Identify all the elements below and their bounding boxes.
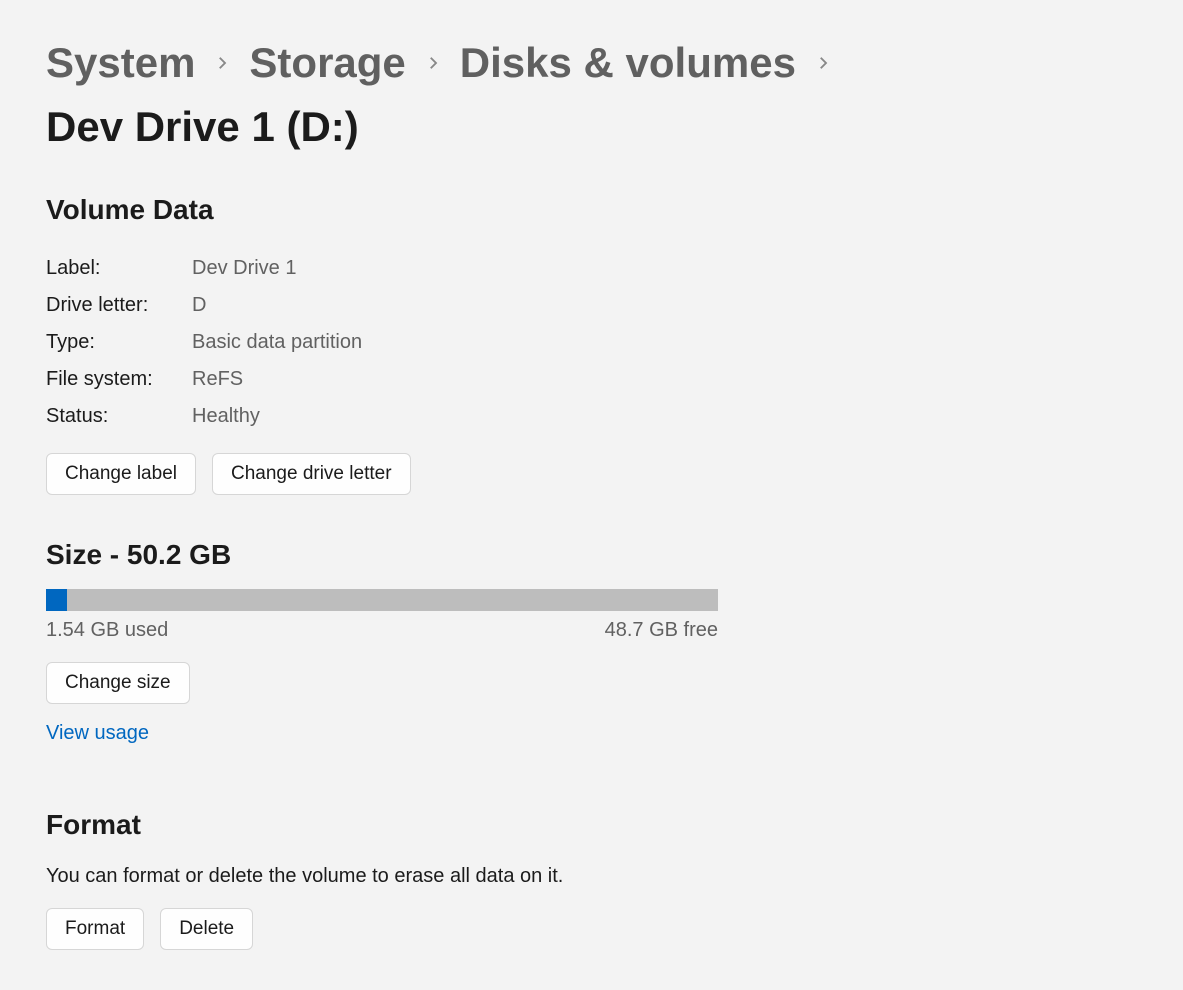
row-label: Label: Dev Drive 1 xyxy=(46,250,1137,287)
breadcrumb-disks-volumes[interactable]: Disks & volumes xyxy=(460,40,796,86)
row-status: Status: Healthy xyxy=(46,398,1137,435)
change-drive-letter-button[interactable]: Change drive letter xyxy=(212,453,411,495)
row-status-val: Healthy xyxy=(192,398,260,435)
breadcrumb-storage[interactable]: Storage xyxy=(249,40,405,86)
volume-data-rows: Label: Dev Drive 1 Drive letter: D Type:… xyxy=(46,250,1137,435)
volume-data-heading: Volume Data xyxy=(46,194,1137,226)
breadcrumb-current: Dev Drive 1 (D:) xyxy=(46,104,359,150)
delete-button[interactable]: Delete xyxy=(160,908,253,950)
row-drive-letter: Drive letter: D xyxy=(46,287,1137,324)
storage-progress-bar xyxy=(46,589,718,611)
row-type-val: Basic data partition xyxy=(192,324,362,361)
format-desc: You can format or delete the volume to e… xyxy=(46,865,1137,888)
row-type-key: Type: xyxy=(46,324,192,361)
row-file-system-key: File system: xyxy=(46,361,192,398)
size-buttons: Change size xyxy=(46,662,718,704)
format-section: Format You can format or delete the volu… xyxy=(46,809,1137,950)
chevron-right-icon xyxy=(213,54,231,72)
chevron-right-icon xyxy=(424,54,442,72)
used-text: 1.54 GB used xyxy=(46,619,168,642)
storage-progress-fill xyxy=(46,589,67,611)
volume-data-buttons: Change label Change drive letter xyxy=(46,453,1137,495)
breadcrumb: System Storage Disks & volumes Dev Drive… xyxy=(46,40,1137,150)
row-status-key: Status: xyxy=(46,398,192,435)
row-type: Type: Basic data partition xyxy=(46,324,1137,361)
change-size-button[interactable]: Change size xyxy=(46,662,190,704)
breadcrumb-system[interactable]: System xyxy=(46,40,195,86)
free-text: 48.7 GB free xyxy=(605,619,718,642)
chevron-right-icon xyxy=(814,54,832,72)
change-label-button[interactable]: Change label xyxy=(46,453,196,495)
usage-line: 1.54 GB used 48.7 GB free xyxy=(46,619,718,642)
format-button[interactable]: Format xyxy=(46,908,144,950)
format-heading: Format xyxy=(46,809,1137,841)
volume-data-section: Volume Data Label: Dev Drive 1 Drive let… xyxy=(46,194,1137,495)
row-file-system-val: ReFS xyxy=(192,361,243,398)
row-file-system: File system: ReFS xyxy=(46,361,1137,398)
row-drive-letter-val: D xyxy=(192,287,206,324)
format-buttons: Format Delete xyxy=(46,908,1137,950)
view-usage-link[interactable]: View usage xyxy=(46,722,149,745)
row-drive-letter-key: Drive letter: xyxy=(46,287,192,324)
size-section: Size - 50.2 GB 1.54 GB used 48.7 GB free… xyxy=(46,539,718,745)
size-heading: Size - 50.2 GB xyxy=(46,539,718,571)
row-label-val: Dev Drive 1 xyxy=(192,250,296,287)
row-label-key: Label: xyxy=(46,250,192,287)
